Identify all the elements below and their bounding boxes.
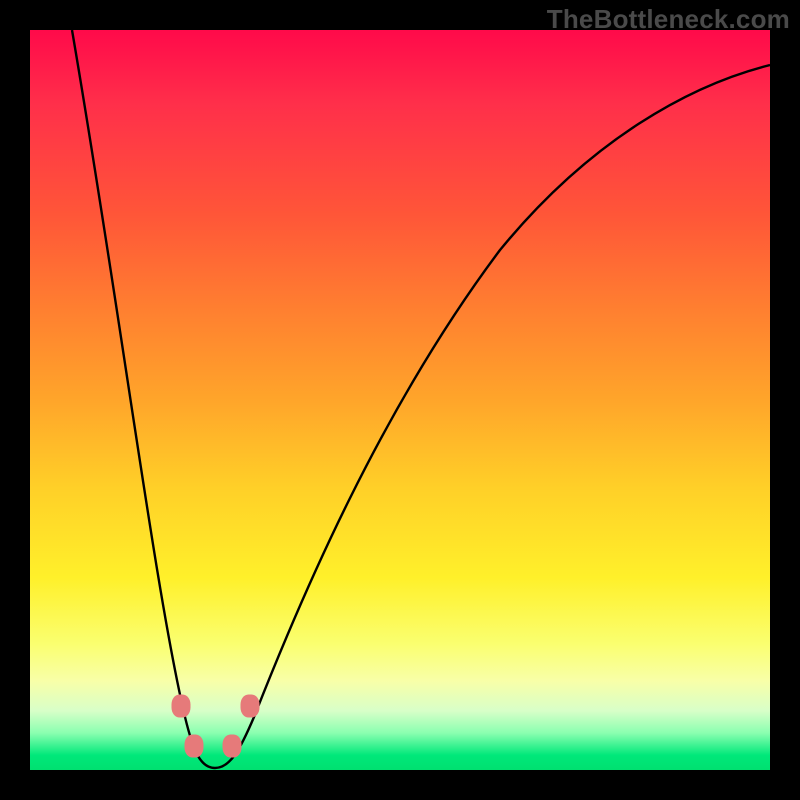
- plot-area: [30, 30, 770, 770]
- bottleneck-curve: [30, 30, 770, 770]
- marker-dot: [172, 695, 191, 718]
- marker-dot: [241, 695, 260, 718]
- chart-stage: TheBottleneck.com: [0, 0, 800, 800]
- marker-dot: [185, 735, 204, 758]
- marker-dot: [223, 735, 242, 758]
